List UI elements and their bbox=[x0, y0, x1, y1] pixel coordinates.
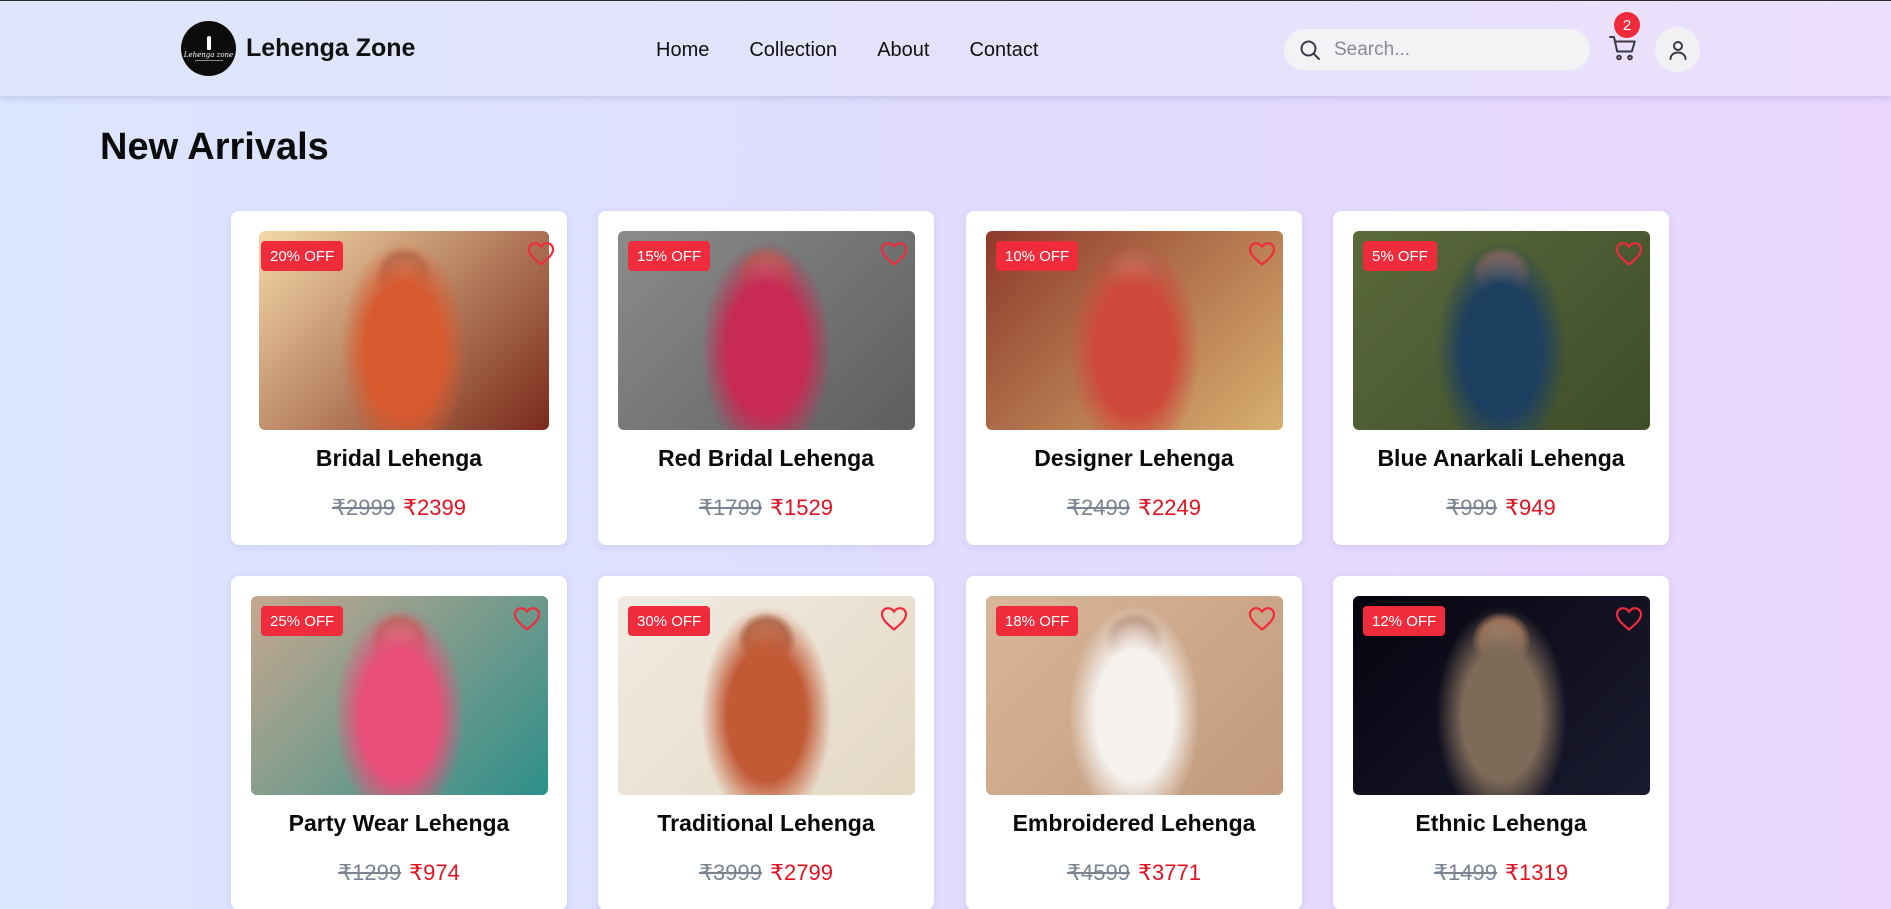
discount-badge: 30% OFF bbox=[628, 606, 711, 636]
product-card-blue-anarkali-lehenga[interactable]: 5% OFF Blue Anarkali Lehenga ₹999 ₹949 bbox=[1333, 211, 1669, 545]
product-card-party-wear-lehenga[interactable]: 25% OFF Party Wear Lehenga ₹1299 ₹974 bbox=[231, 576, 567, 909]
original-price: ₹4599 bbox=[1067, 860, 1130, 885]
nav-contact[interactable]: Contact bbox=[969, 39, 1038, 62]
product-name[interactable]: Red Bridal Lehenga bbox=[598, 445, 934, 472]
wishlist-heart-icon[interactable] bbox=[1248, 241, 1276, 267]
wishlist-heart-icon[interactable] bbox=[880, 606, 908, 632]
product-prices: ₹1499 ₹1319 bbox=[1333, 860, 1669, 886]
logo-underline bbox=[194, 60, 223, 61]
wishlist-heart-icon[interactable] bbox=[1615, 606, 1643, 632]
sale-price: ₹2799 bbox=[770, 860, 833, 885]
wishlist-heart-icon[interactable] bbox=[1248, 606, 1276, 632]
search-icon bbox=[1300, 40, 1320, 60]
sale-price: ₹1319 bbox=[1505, 860, 1568, 885]
product-card-designer-lehenga[interactable]: 10% OFF Designer Lehenga ₹2499 ₹2249 bbox=[966, 211, 1302, 545]
sale-price: ₹3771 bbox=[1138, 860, 1201, 885]
brand-name: Lehenga Zone bbox=[246, 34, 416, 62]
nav-home[interactable]: Home bbox=[656, 39, 709, 62]
logo-figure-icon bbox=[206, 36, 211, 50]
nav-collection[interactable]: Collection bbox=[749, 39, 837, 62]
main-nav: Home Collection About Contact bbox=[656, 39, 1078, 62]
product-card-embroidered-lehenga[interactable]: 18% OFF Embroidered Lehenga ₹4599 ₹3771 bbox=[966, 576, 1302, 909]
site-header: Lehenga zone Lehenga Zone Home Collectio… bbox=[0, 1, 1891, 96]
product-prices: ₹2999 ₹2399 bbox=[231, 495, 567, 521]
original-price: ₹3999 bbox=[699, 860, 762, 885]
search-input[interactable] bbox=[1334, 38, 1574, 61]
product-name[interactable]: Party Wear Lehenga bbox=[231, 810, 567, 837]
discount-badge: 20% OFF bbox=[261, 241, 344, 271]
original-price: ₹2499 bbox=[1067, 495, 1130, 520]
original-price: ₹2999 bbox=[332, 495, 395, 520]
brand-logo-link[interactable]: Lehenga zone Lehenga Zone bbox=[181, 21, 415, 76]
discount-badge: 25% OFF bbox=[261, 606, 344, 636]
discount-badge: 12% OFF bbox=[1363, 606, 1446, 636]
logo-text: Lehenga zone bbox=[183, 51, 234, 59]
product-prices: ₹999 ₹949 bbox=[1333, 495, 1669, 521]
product-card-traditional-lehenga[interactable]: 30% OFF Traditional Lehenga ₹3999 ₹2799 bbox=[598, 576, 934, 909]
logo-mark: Lehenga zone bbox=[181, 21, 236, 76]
wishlist-heart-icon[interactable] bbox=[527, 241, 555, 267]
wishlist-heart-icon[interactable] bbox=[1615, 241, 1643, 267]
product-prices: ₹4599 ₹3771 bbox=[966, 860, 1302, 886]
original-price: ₹1499 bbox=[1434, 860, 1497, 885]
product-name[interactable]: Traditional Lehenga bbox=[598, 810, 934, 837]
cart-count-badge: 2 bbox=[1614, 12, 1640, 38]
wishlist-heart-icon[interactable] bbox=[880, 241, 908, 267]
sale-price: ₹949 bbox=[1505, 495, 1556, 520]
product-name[interactable]: Embroidered Lehenga bbox=[966, 810, 1302, 837]
product-card-red-bridal-lehenga[interactable]: 15% OFF Red Bridal Lehenga ₹1799 ₹1529 bbox=[598, 211, 934, 545]
product-prices: ₹1799 ₹1529 bbox=[598, 495, 934, 521]
product-prices: ₹2499 ₹2249 bbox=[966, 495, 1302, 521]
original-price: ₹1799 bbox=[699, 495, 762, 520]
nav-about[interactable]: About bbox=[877, 39, 929, 62]
product-card-ethnic-lehenga[interactable]: 12% OFF Ethnic Lehenga ₹1499 ₹1319 bbox=[1333, 576, 1669, 909]
discount-badge: 5% OFF bbox=[1363, 241, 1437, 271]
discount-badge: 18% OFF bbox=[996, 606, 1079, 636]
product-name[interactable]: Ethnic Lehenga bbox=[1333, 810, 1669, 837]
product-name[interactable]: Bridal Lehenga bbox=[231, 445, 567, 472]
original-price: ₹1299 bbox=[338, 860, 402, 885]
product-name[interactable]: Blue Anarkali Lehenga bbox=[1333, 445, 1669, 472]
product-prices: ₹3999 ₹2799 bbox=[598, 860, 934, 886]
sale-price: ₹974 bbox=[409, 860, 460, 885]
wishlist-heart-icon[interactable] bbox=[513, 606, 541, 632]
sale-price: ₹2249 bbox=[1138, 495, 1201, 520]
product-name[interactable]: Designer Lehenga bbox=[966, 445, 1302, 472]
page-title: New Arrivals bbox=[100, 126, 329, 168]
search-bar bbox=[1284, 29, 1590, 70]
product-prices: ₹1299 ₹974 bbox=[231, 860, 567, 886]
sale-price: ₹1529 bbox=[770, 495, 833, 520]
sale-price: ₹2399 bbox=[403, 495, 466, 520]
user-account-button[interactable] bbox=[1655, 27, 1700, 72]
product-card-bridal-lehenga[interactable]: 20% OFF Bridal Lehenga ₹2999 ₹2399 bbox=[231, 211, 567, 545]
discount-badge: 10% OFF bbox=[996, 241, 1079, 271]
original-price: ₹999 bbox=[1446, 495, 1497, 520]
discount-badge: 15% OFF bbox=[628, 241, 711, 271]
user-icon bbox=[1669, 40, 1686, 60]
